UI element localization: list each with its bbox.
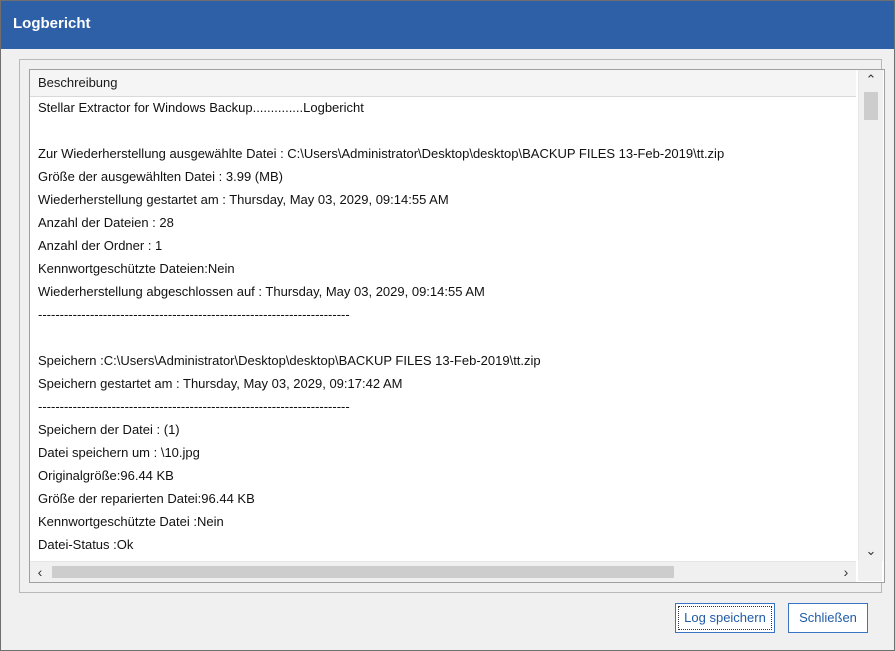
chevron-left-icon[interactable]: ‹ — [30, 562, 50, 582]
log-row[interactable]: Größe der ausgewählten Datei : 3.99 (MB) — [30, 165, 856, 188]
column-header-label: Beschreibung — [38, 75, 118, 90]
log-row[interactable]: Anzahl der Dateien : 28 — [30, 211, 856, 234]
column-header-description[interactable]: Beschreibung — [30, 70, 856, 97]
log-row[interactable]: Datei speichern um : \10.jpg — [30, 441, 856, 464]
vertical-scroll-thumb[interactable] — [864, 92, 878, 120]
close-button[interactable]: Schließen — [788, 603, 868, 633]
log-row[interactable]: Kennwortgeschützte Datei :Nein — [30, 510, 856, 533]
log-row[interactable]: Größe der reparierten Datei:96.44 KB — [30, 487, 856, 510]
vertical-scrollbar[interactable]: ⌃ ⌄ — [858, 70, 883, 561]
scrollbar-corner — [858, 561, 882, 581]
log-report-dialog: Logbericht Beschreibung Stellar Extracto… — [0, 0, 895, 651]
log-row[interactable]: Speichern :C:\Users\Administrator\Deskto… — [30, 349, 856, 372]
log-row[interactable]: Zur Wiederherstellung ausgewählte Datei … — [30, 142, 856, 165]
log-row[interactable]: Stellar Extractor for Windows Backup....… — [30, 96, 856, 119]
chevron-down-icon[interactable]: ⌄ — [859, 541, 883, 561]
log-row[interactable]: Datei-Status :Ok — [30, 533, 856, 556]
log-rows: Stellar Extractor for Windows Backup....… — [30, 96, 856, 561]
log-row[interactable]: Speichern der Datei : (1) — [30, 418, 856, 441]
chevron-right-icon[interactable]: › — [836, 562, 856, 582]
log-row[interactable]: Speichern gestartet am : Thursday, May 0… — [30, 372, 856, 395]
log-list[interactable]: Beschreibung Stellar Extractor for Windo… — [29, 69, 885, 583]
log-row[interactable]: Anzahl der Ordner : 1 — [30, 234, 856, 257]
log-row[interactable]: Originalgröße:96.44 KB — [30, 464, 856, 487]
log-row[interactable]: Wiederherstellung abgeschlossen auf : Th… — [30, 280, 856, 303]
log-row[interactable] — [30, 326, 856, 349]
log-row[interactable]: Kennwortgeschützte Dateien:Nein — [30, 257, 856, 280]
window-title: Logbericht — [13, 15, 91, 32]
log-row[interactable]: ----------------------------------------… — [30, 303, 856, 326]
save-log-button[interactable]: Log speichern — [675, 603, 775, 633]
title-bar[interactable]: Logbericht — [1, 1, 894, 49]
log-row[interactable]: Wiederherstellung gestartet am : Thursda… — [30, 188, 856, 211]
horizontal-scrollbar[interactable]: ‹ › — [30, 561, 856, 582]
horizontal-scroll-thumb[interactable] — [52, 566, 674, 578]
chevron-up-icon[interactable]: ⌃ — [859, 70, 883, 90]
log-row[interactable]: ----------------------------------------… — [30, 395, 856, 418]
log-row[interactable] — [30, 119, 856, 142]
